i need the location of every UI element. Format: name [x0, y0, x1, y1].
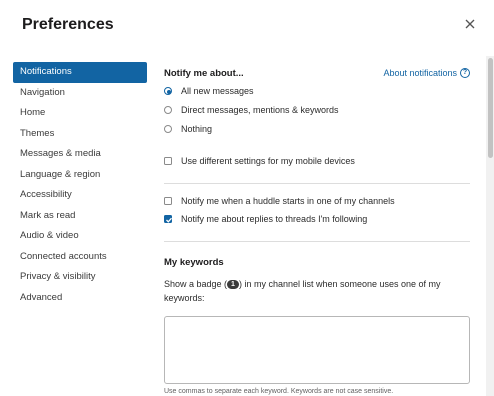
checkbox-checked[interactable] — [164, 215, 172, 223]
sidebar-item-audio-video[interactable]: Audio & video — [13, 226, 147, 247]
keywords-hint: Use commas to separate each keyword. Key… — [164, 388, 394, 395]
sidebar-item-mark-as-read[interactable]: Mark as read — [13, 206, 147, 227]
close-icon — [465, 19, 475, 29]
close-button[interactable] — [460, 14, 480, 34]
checkbox-label: Notify me about replies to threads I'm f… — [181, 214, 368, 224]
threads-checkbox[interactable]: Notify me about replies to threads I'm f… — [164, 214, 367, 224]
sidebar-item-notifications[interactable]: Notifications — [13, 62, 147, 83]
keywords-input[interactable] — [164, 316, 470, 384]
sidebar-item-advanced[interactable]: Advanced — [13, 288, 147, 309]
radio-button-selected[interactable] — [164, 87, 172, 95]
checkbox[interactable] — [164, 157, 172, 165]
sidebar-item-language-region[interactable]: Language & region — [13, 165, 147, 186]
keywords-heading: My keywords — [164, 257, 224, 268]
sidebar-item-accessibility[interactable]: Accessibility — [13, 185, 147, 206]
notify-heading: Notify me about... — [164, 68, 244, 79]
sidebar-item-home[interactable]: Home — [13, 103, 147, 124]
checkmark-icon — [166, 217, 172, 223]
about-notifications-label: About notifications — [383, 68, 457, 78]
about-notifications-link[interactable]: About notifications ? — [383, 68, 470, 78]
dialog-title: Preferences — [22, 16, 114, 33]
radio-button[interactable] — [164, 106, 172, 114]
radio-button[interactable] — [164, 125, 172, 133]
radio-label: All new messages — [181, 86, 254, 96]
help-icon: ? — [460, 68, 470, 78]
keywords-desc-before: Show a badge ( — [164, 279, 228, 289]
keywords-description: Show a badge (1) in my channel list when… — [164, 278, 464, 305]
sidebar-item-connected-accounts[interactable]: Connected accounts — [13, 247, 147, 268]
badge: 1 — [227, 280, 239, 289]
checkbox-label: Use different settings for my mobile dev… — [181, 156, 355, 166]
radio-direct-messages[interactable]: Direct messages, mentions & keywords — [164, 105, 339, 115]
radio-label: Nothing — [181, 124, 213, 134]
checkbox-label: Notify me when a huddle starts in one of… — [181, 196, 395, 206]
divider — [164, 241, 470, 242]
sidebar-item-navigation[interactable]: Navigation — [13, 83, 147, 104]
sidebar-item-privacy-visibility[interactable]: Privacy & visibility — [13, 267, 147, 288]
dialog-header: Preferences — [0, 0, 494, 56]
radio-nothing[interactable]: Nothing — [164, 124, 212, 134]
divider — [164, 183, 470, 184]
radio-all-new-messages[interactable]: All new messages — [164, 86, 254, 96]
huddle-checkbox[interactable]: Notify me when a huddle starts in one of… — [164, 196, 395, 206]
sidebar-item-themes[interactable]: Themes — [13, 124, 147, 145]
preferences-dialog: Preferences Notifications Navigation Hom… — [0, 0, 494, 396]
notifications-panel: Notify me about... About notifications ?… — [164, 60, 474, 396]
sidebar-item-messages-media[interactable]: Messages & media — [13, 144, 147, 165]
radio-label: Direct messages, mentions & keywords — [181, 105, 339, 115]
checkbox[interactable] — [164, 197, 172, 205]
preferences-sidebar: Notifications Navigation Home Themes Mes… — [13, 62, 147, 308]
scrollbar-thumb[interactable] — [488, 58, 493, 158]
mobile-settings-checkbox[interactable]: Use different settings for my mobile dev… — [164, 156, 355, 166]
